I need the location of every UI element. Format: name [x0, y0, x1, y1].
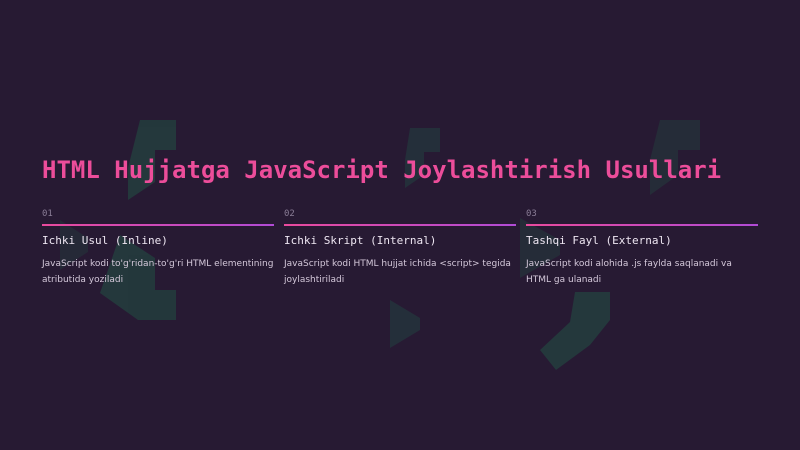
slide: HTML Hujjatga JavaScript Joylashtirish U…: [0, 0, 800, 450]
card-divider: [284, 224, 516, 226]
slide-title: HTML Hujjatga JavaScript Joylashtirish U…: [42, 156, 722, 184]
method-cards: 01 Ichki Usul (Inline) JavaScript kodi t…: [42, 208, 758, 308]
card-number: 01: [42, 209, 53, 219]
card-number: 03: [526, 209, 537, 219]
card-description: JavaScript kodi HTML hujjat ichida <scri…: [284, 259, 511, 285]
method-card-external: 03 Tashqi Fayl (External) JavaScript kod…: [526, 208, 758, 288]
card-title: Ichki Usul (Inline): [42, 234, 168, 247]
method-card-internal: 02 Ichki Skript (Internal) JavaScript ko…: [284, 208, 516, 288]
method-card-inline: 01 Ichki Usul (Inline) JavaScript kodi t…: [42, 208, 274, 288]
card-number: 02: [284, 209, 295, 219]
card-title: Tashqi Fayl (External): [526, 234, 672, 247]
card-title: Ichki Skript (Internal): [284, 234, 437, 247]
card-description: JavaScript kodi alohida .js faylda saqla…: [526, 259, 732, 285]
card-divider: [526, 224, 758, 226]
card-description: JavaScript kodi to'g'ridan-to'g'ri HTML …: [42, 259, 274, 285]
card-divider: [42, 224, 274, 226]
